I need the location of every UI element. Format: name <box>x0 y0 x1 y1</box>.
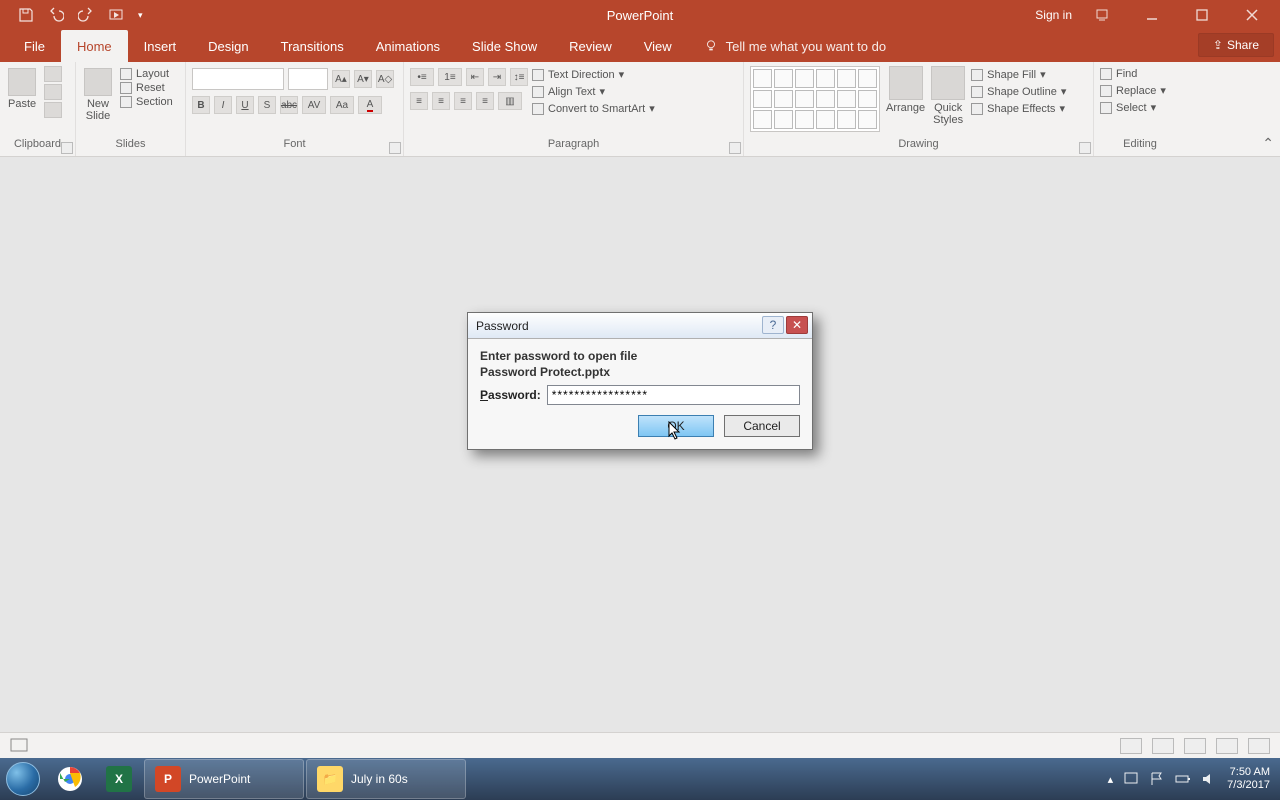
excel-icon: X <box>106 766 132 792</box>
dialog-prompt: Enter password to open file <box>480 349 800 363</box>
chrome-icon <box>56 765 84 793</box>
dialog-filename: Password Protect.pptx <box>480 365 800 379</box>
password-dialog: Password ? ✕ Enter password to open file… <box>467 312 813 450</box>
fit-to-window-icon[interactable] <box>1248 738 1270 754</box>
reading-view-icon[interactable] <box>1184 738 1206 754</box>
dialog-close-icon[interactable]: ✕ <box>786 316 808 334</box>
dialog-help-icon[interactable]: ? <box>762 316 784 334</box>
system-tray: ▴ 7:50 AM 7/3/2017 <box>1108 766 1280 792</box>
password-label: Password: <box>480 388 541 402</box>
mouse-cursor-icon <box>668 421 682 441</box>
taskbar-powerpoint-label: PowerPoint <box>189 772 250 786</box>
clock-time: 7:50 AM <box>1227 766 1270 779</box>
slideshow-view-icon[interactable] <box>1216 738 1238 754</box>
powerpoint-icon: P <box>155 766 181 792</box>
taskbar-folder-label: July in 60s <box>351 772 408 786</box>
volume-icon[interactable] <box>1201 771 1217 787</box>
start-button[interactable] <box>2 758 44 800</box>
modal-overlay: Password ? ✕ Enter password to open file… <box>0 0 1280 800</box>
taskbar-excel[interactable]: X <box>96 759 142 799</box>
dialog-title: Password <box>476 319 529 333</box>
taskbar-powerpoint[interactable]: P PowerPoint <box>144 759 304 799</box>
tray-expand-icon[interactable]: ▴ <box>1108 773 1114 786</box>
taskbar-chrome[interactable] <box>46 759 94 799</box>
taskbar-folder[interactable]: 📁 July in 60s <box>306 759 466 799</box>
password-input[interactable] <box>547 385 800 405</box>
spellcheck-icon[interactable] <box>10 738 28 754</box>
status-bar <box>0 732 1280 758</box>
normal-view-icon[interactable] <box>1120 738 1142 754</box>
taskbar-clock[interactable]: 7:50 AM 7/3/2017 <box>1227 766 1270 792</box>
slide-sorter-view-icon[interactable] <box>1152 738 1174 754</box>
folder-icon: 📁 <box>317 766 343 792</box>
windows-logo-icon <box>6 762 40 796</box>
flag-icon[interactable] <box>1149 771 1165 787</box>
action-center-icon[interactable] <box>1123 771 1139 787</box>
clock-date: 7/3/2017 <box>1227 779 1270 792</box>
cancel-button[interactable]: Cancel <box>724 415 800 437</box>
dialog-titlebar[interactable]: Password ? ✕ <box>468 313 812 339</box>
battery-icon[interactable] <box>1175 771 1191 787</box>
taskbar: X P PowerPoint 📁 July in 60s ▴ 7:50 AM 7… <box>0 758 1280 800</box>
